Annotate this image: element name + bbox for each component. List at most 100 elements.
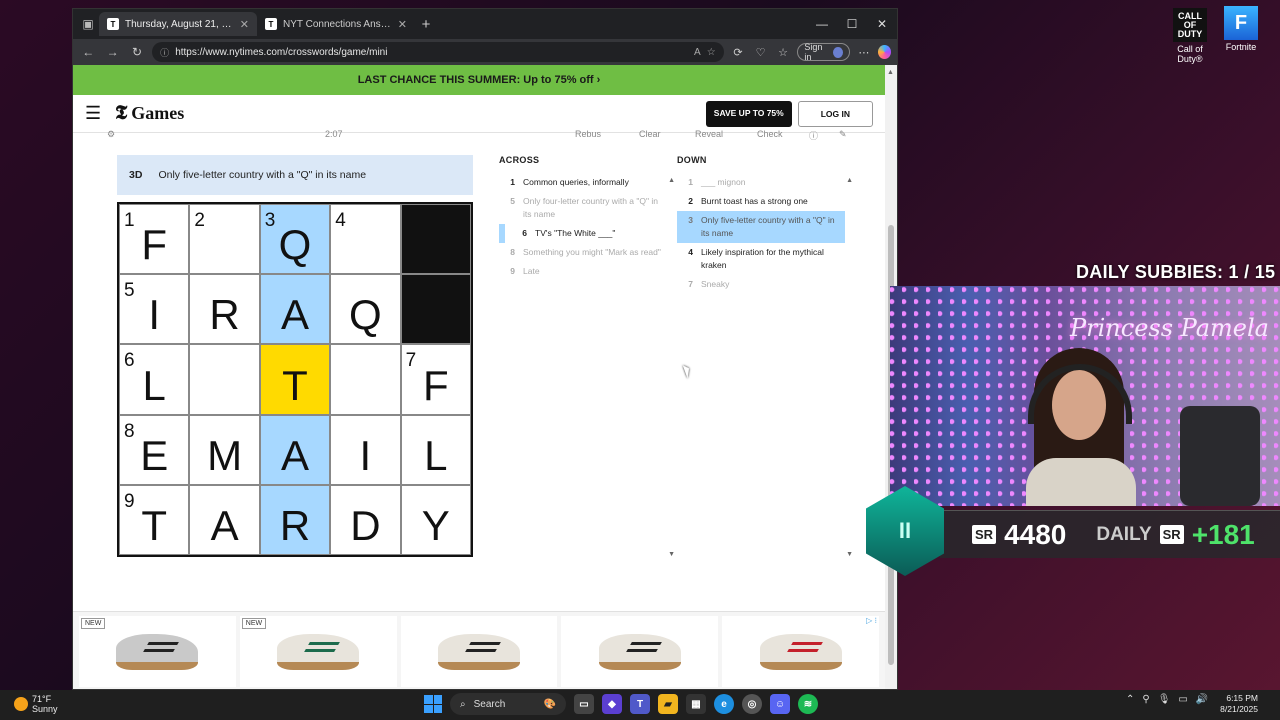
edge-icon[interactable]: e: [714, 694, 734, 714]
refresh-icon[interactable]: ↻: [128, 45, 146, 59]
grid-cell[interactable]: 5I: [119, 274, 190, 345]
read-aloud-icon[interactable]: A: [694, 47, 701, 58]
grid-cell[interactable]: L: [400, 414, 471, 485]
grid-cell[interactable]: I: [330, 414, 401, 485]
across-clue-5[interactable]: 5 Only four-letter country with a "Q" in …: [499, 192, 667, 224]
shoe-ad[interactable]: NEW: [79, 616, 236, 687]
grid-cell[interactable]: 1F: [119, 204, 190, 275]
scroll-down-icon[interactable]: ▼: [668, 551, 675, 558]
address-bar[interactable]: ⓘ https://www.nytimes.com/crosswords/gam…: [152, 42, 724, 62]
across-clue-6[interactable]: 6 TV's "The White ___": [499, 224, 667, 243]
task-view-icon[interactable]: ▭: [574, 694, 594, 714]
forward-icon[interactable]: →: [103, 45, 121, 59]
grid-cell[interactable]: R: [259, 484, 331, 555]
more-menu-icon[interactable]: ⋯: [856, 46, 873, 59]
log-in-button[interactable]: LOG IN: [797, 100, 873, 127]
shoe-ad[interactable]: [400, 616, 558, 687]
teams-icon[interactable]: T: [630, 694, 650, 714]
scroll-up-arrow-icon[interactable]: ▲: [887, 69, 894, 76]
down-clue-1[interactable]: 1 ___ mignon: [677, 173, 845, 192]
scroll-up-icon[interactable]: ▲: [668, 177, 675, 184]
tab-actions-icon[interactable]: ▣: [77, 13, 99, 35]
grid-cell[interactable]: A: [259, 414, 331, 485]
minimize-icon[interactable]: —: [807, 17, 837, 31]
check-button[interactable]: Check: [757, 129, 783, 139]
grid-cell[interactable]: D: [330, 484, 401, 555]
store-icon[interactable]: ▦: [686, 694, 706, 714]
site-info-icon[interactable]: ⓘ: [160, 46, 169, 59]
extensions-icon[interactable]: ⟳: [730, 46, 747, 59]
spotify-icon[interactable]: ≋: [798, 694, 818, 714]
scroll-up-icon[interactable]: ▲: [846, 177, 853, 184]
shoe-ad[interactable]: NEW: [239, 616, 397, 687]
grid-cell[interactable]: 6L: [119, 344, 190, 415]
down-clue-7[interactable]: 7 Sneaky: [677, 275, 845, 294]
clue-number: 6: [522, 228, 527, 238]
grid-cell[interactable]: Y: [400, 484, 471, 555]
taskbar-search[interactable]: ⌕ Search 🎨: [450, 693, 566, 715]
grid-cell[interactable]: 8E: [119, 414, 190, 485]
ad-choices-icon[interactable]: ▷ ⁝: [866, 616, 877, 625]
microphone-icon[interactable]: 🎙: [1158, 694, 1171, 705]
new-tab-icon[interactable]: +: [415, 16, 437, 33]
scroll-down-icon[interactable]: ▼: [846, 551, 853, 558]
chrome-icon[interactable]: ◎: [742, 694, 762, 714]
chevron-up-icon[interactable]: ⌃: [1126, 694, 1134, 705]
clear-button[interactable]: Clear: [639, 129, 661, 139]
rebus-button[interactable]: Rebus: [575, 129, 601, 139]
grid-cell[interactable]: M: [189, 414, 260, 485]
close-tab-icon[interactable]: ✕: [240, 18, 249, 31]
settings-gear-icon[interactable]: ⚙: [107, 129, 115, 140]
grid-cell[interactable]: 3Q: [259, 204, 331, 275]
grid-cell[interactable]: [330, 344, 401, 415]
browser-essentials-icon[interactable]: ♡: [752, 46, 769, 59]
grid-cell[interactable]: R: [189, 274, 260, 345]
reveal-button[interactable]: Reveal: [695, 129, 723, 139]
promo-banner[interactable]: LAST CHANCE THIS SUMMER: Up to 75% off ›: [73, 65, 885, 95]
grid-cell[interactable]: T: [259, 344, 331, 415]
across-clue-8[interactable]: 8 Something you might "Mark as read": [499, 243, 667, 262]
hamburger-menu-icon[interactable]: ☰: [85, 103, 115, 124]
tab-nyt-mini[interactable]: T Thursday, August 21, 2025 The M ✕: [99, 12, 257, 36]
file-explorer-icon[interactable]: ▰: [658, 694, 678, 714]
down-clue-3[interactable]: 3 Only five-letter country with a "Q" in …: [677, 211, 845, 243]
network-icon[interactable]: ⚲: [1142, 694, 1149, 705]
call-of-duty-desktop-icon[interactable]: CALL OF DUTY Call of Duty®: [1164, 8, 1216, 64]
grid-cell[interactable]: [189, 344, 260, 415]
tab-connections-answers[interactable]: T NYT Connections Answers for Au ✕: [257, 12, 415, 36]
copilot-icon[interactable]: [878, 45, 892, 59]
grid-cell[interactable]: A: [189, 484, 260, 555]
discord-icon[interactable]: ☺: [770, 694, 790, 714]
grid-cell[interactable]: 4: [330, 204, 401, 275]
help-icon[interactable]: ⓘ: [809, 129, 818, 142]
temperature: 71°F: [32, 694, 52, 704]
shoe-ad[interactable]: [722, 616, 879, 687]
start-windows-icon[interactable]: [424, 695, 442, 713]
back-icon[interactable]: ←: [79, 45, 97, 59]
fortnite-desktop-icon[interactable]: F Fortnite: [1215, 6, 1267, 52]
sign-in-button[interactable]: Sign in: [797, 42, 850, 62]
grid-cell[interactable]: 9T: [119, 484, 190, 555]
taskbar-clock[interactable]: 6:15 PM 8/21/2025: [1200, 693, 1258, 715]
close-tab-icon[interactable]: ✕: [398, 18, 407, 31]
monitor-icon[interactable]: ▭: [1178, 694, 1187, 705]
close-window-icon[interactable]: ✕: [867, 17, 897, 31]
grid-cell[interactable]: Q: [330, 274, 401, 345]
across-clue-1[interactable]: 1 Common queries, informally: [499, 173, 667, 192]
favorite-star-icon[interactable]: ☆: [707, 47, 716, 58]
save-up-to-75-button[interactable]: SAVE UP TO 75%: [705, 100, 792, 127]
grid-cell[interactable]: A: [259, 274, 331, 345]
cell-letter: Q: [349, 291, 382, 339]
pencil-icon[interactable]: ✎: [839, 129, 847, 140]
favorites-icon[interactable]: ☆: [775, 46, 792, 59]
grid-cell[interactable]: 2: [189, 204, 260, 275]
down-clue-4[interactable]: 4 Likely inspiration for the mythical kra…: [677, 243, 845, 275]
nyt-games-logo[interactable]: 𝕿 Games: [115, 102, 184, 125]
across-clue-9[interactable]: 9 Late: [499, 262, 667, 281]
weather-widget[interactable]: 71°F Sunny: [14, 694, 58, 714]
grid-cell[interactable]: 7F: [400, 344, 471, 415]
copilot-app-icon[interactable]: ◆: [602, 694, 622, 714]
shoe-ad[interactable]: [561, 616, 719, 687]
down-clue-2[interactable]: 2 Burnt toast has a strong one: [677, 192, 845, 211]
maximize-icon[interactable]: ☐: [837, 17, 867, 31]
